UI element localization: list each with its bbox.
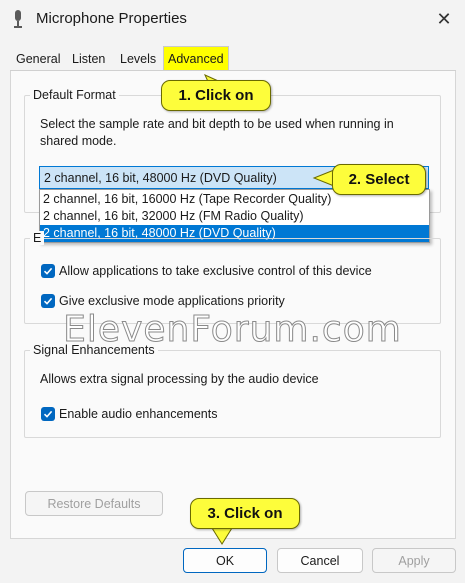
checkmark-icon xyxy=(43,267,53,275)
exclusive-priority-checkbox[interactable] xyxy=(41,294,55,308)
allow-exclusive-checkbox[interactable] xyxy=(41,264,55,278)
callout-click-advanced: 1. Click on xyxy=(161,80,271,111)
close-icon[interactable]: ✕ xyxy=(428,4,460,34)
cancel-button[interactable]: Cancel xyxy=(277,548,363,573)
default-format-description: Select the sample rate and bit depth to … xyxy=(40,117,394,148)
enable-enhancements-checkbox[interactable] xyxy=(41,407,55,421)
tab-advanced[interactable]: Advanced xyxy=(163,46,229,70)
apply-button[interactable]: Apply xyxy=(372,548,456,573)
ok-button[interactable]: OK xyxy=(183,548,267,573)
signal-enhancements-group xyxy=(24,350,441,438)
exclusive-priority-label: Give exclusive mode applications priorit… xyxy=(59,294,285,308)
signal-description: Allows extra signal processing by the au… xyxy=(40,372,319,386)
checkmark-icon xyxy=(43,410,53,418)
tab-levels[interactable]: Levels xyxy=(116,48,160,70)
callout-click-ok: 3. Click on xyxy=(190,498,300,529)
format-dropdown-list[interactable]: 2 channel, 16 bit, 16000 Hz (Tape Record… xyxy=(39,189,430,243)
allow-exclusive-label: Allow applications to take exclusive con… xyxy=(59,264,372,278)
window-title: Microphone Properties xyxy=(36,10,187,27)
watermark: ElevenForum.com xyxy=(63,309,402,351)
exclusive-mode-label: E xyxy=(30,231,45,245)
enable-enhancements-label: Enable audio enhancements xyxy=(59,407,218,421)
tab-general[interactable]: General xyxy=(12,48,64,70)
callout-select-format: 2. Select xyxy=(332,164,426,195)
checkmark-icon xyxy=(43,297,53,305)
restore-defaults-button[interactable]: Restore Defaults xyxy=(25,491,163,516)
tab-listen[interactable]: Listen xyxy=(68,48,109,70)
format-select-value: 2 channel, 16 bit, 48000 Hz (DVD Quality… xyxy=(44,170,277,185)
format-option[interactable]: 2 channel, 16 bit, 32000 Hz (FM Radio Qu… xyxy=(40,208,429,225)
default-format-label: Default Format xyxy=(30,88,119,102)
microphone-icon xyxy=(14,10,22,28)
title-bar: Microphone Properties ✕ xyxy=(0,0,465,40)
